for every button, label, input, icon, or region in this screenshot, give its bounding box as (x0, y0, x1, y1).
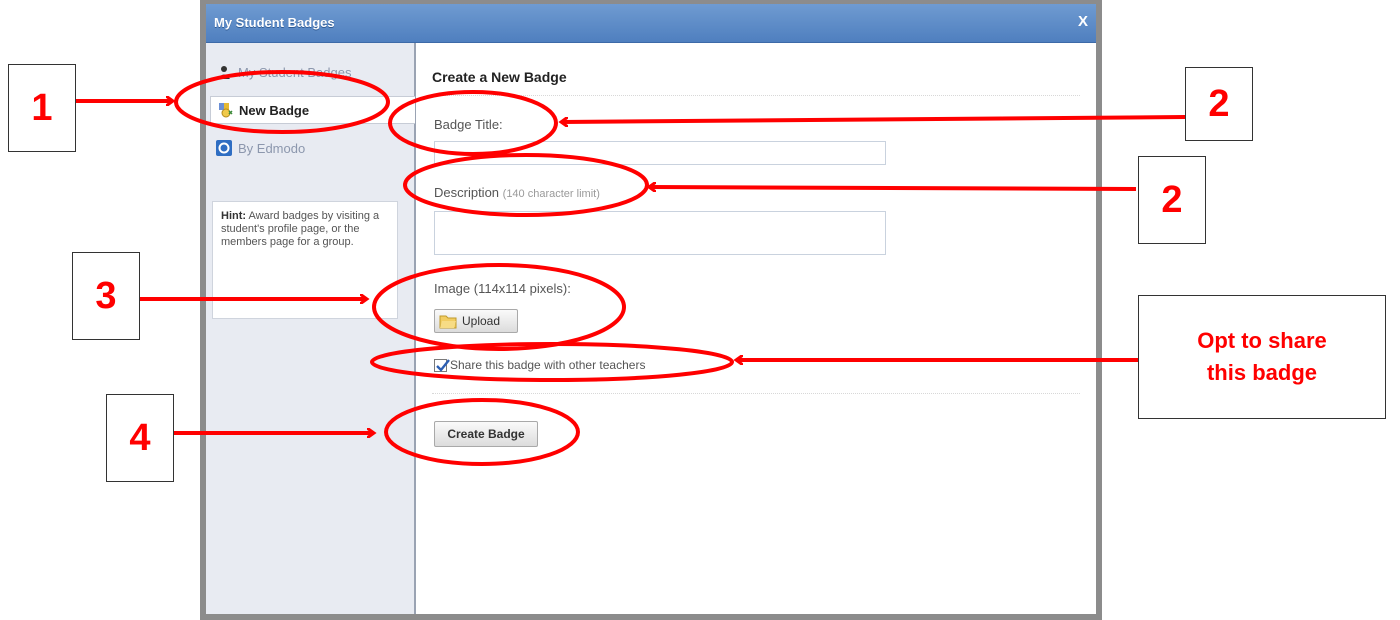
folder-icon (439, 313, 457, 329)
person-icon (216, 64, 232, 80)
form-heading: Create a New Badge (432, 69, 567, 85)
share-checkbox-label[interactable]: Share this badge with other teachers (450, 358, 645, 372)
step-3-box: 3 (72, 252, 140, 340)
description-label: Description (140 character limit) (434, 185, 600, 200)
sidebar: My Student Badges New Badge By Edmodo Hi… (206, 43, 416, 614)
upload-button[interactable]: Upload (434, 309, 518, 333)
share-note-box: Opt to share this badge (1138, 295, 1386, 419)
edmodo-icon (216, 140, 232, 156)
modal-titlebar: My Student Badges X (206, 4, 1096, 43)
description-label-text: Description (434, 185, 500, 200)
share-note-line-2: this badge (1206, 360, 1317, 385)
step-2-title-box: 2 (1185, 67, 1253, 141)
badge-icon (217, 102, 233, 118)
description-limit-hint: (140 character limit) (502, 188, 600, 200)
sidebar-item-new-badge[interactable]: New Badge (210, 96, 415, 124)
create-badge-button[interactable]: Create Badge (434, 421, 538, 447)
check-mark-icon (436, 359, 450, 372)
hint-box: Hint: Award badges by visiting a student… (212, 201, 398, 319)
sidebar-item-label: My Student Badges (238, 64, 352, 80)
step-4-box: 4 (106, 394, 174, 482)
sidebar-item-by-edmodo[interactable]: By Edmodo (210, 135, 305, 161)
new-badge-form: Create a New Badge Badge Title: Descript… (426, 43, 1096, 614)
step-2-description-box: 2 (1138, 156, 1206, 244)
modal-body: My Student Badges X My Student Badges Ne… (206, 4, 1096, 614)
share-note-line-1: Opt to share (1197, 328, 1327, 353)
upload-button-label: Upload (462, 314, 501, 328)
badges-modal: My Student Badges X My Student Badges Ne… (200, 0, 1102, 620)
image-label: Image (114x114 pixels): (434, 281, 571, 296)
close-button[interactable]: X (1078, 13, 1088, 30)
sidebar-item-my-student-badges[interactable]: My Student Badges (210, 59, 351, 85)
modal-title: My Student Badges (214, 15, 335, 30)
badge-title-label: Badge Title: (434, 117, 503, 132)
sidebar-item-label: By Edmodo (238, 140, 306, 156)
badge-title-input[interactable] (434, 141, 886, 165)
share-checkbox[interactable] (434, 359, 450, 372)
sidebar-item-label: New Badge (239, 102, 310, 118)
hint-title: Hint: (221, 210, 247, 222)
divider (432, 393, 1080, 394)
description-textarea[interactable] (434, 211, 886, 255)
divider (432, 95, 1080, 96)
step-1-box: 1 (8, 64, 76, 152)
